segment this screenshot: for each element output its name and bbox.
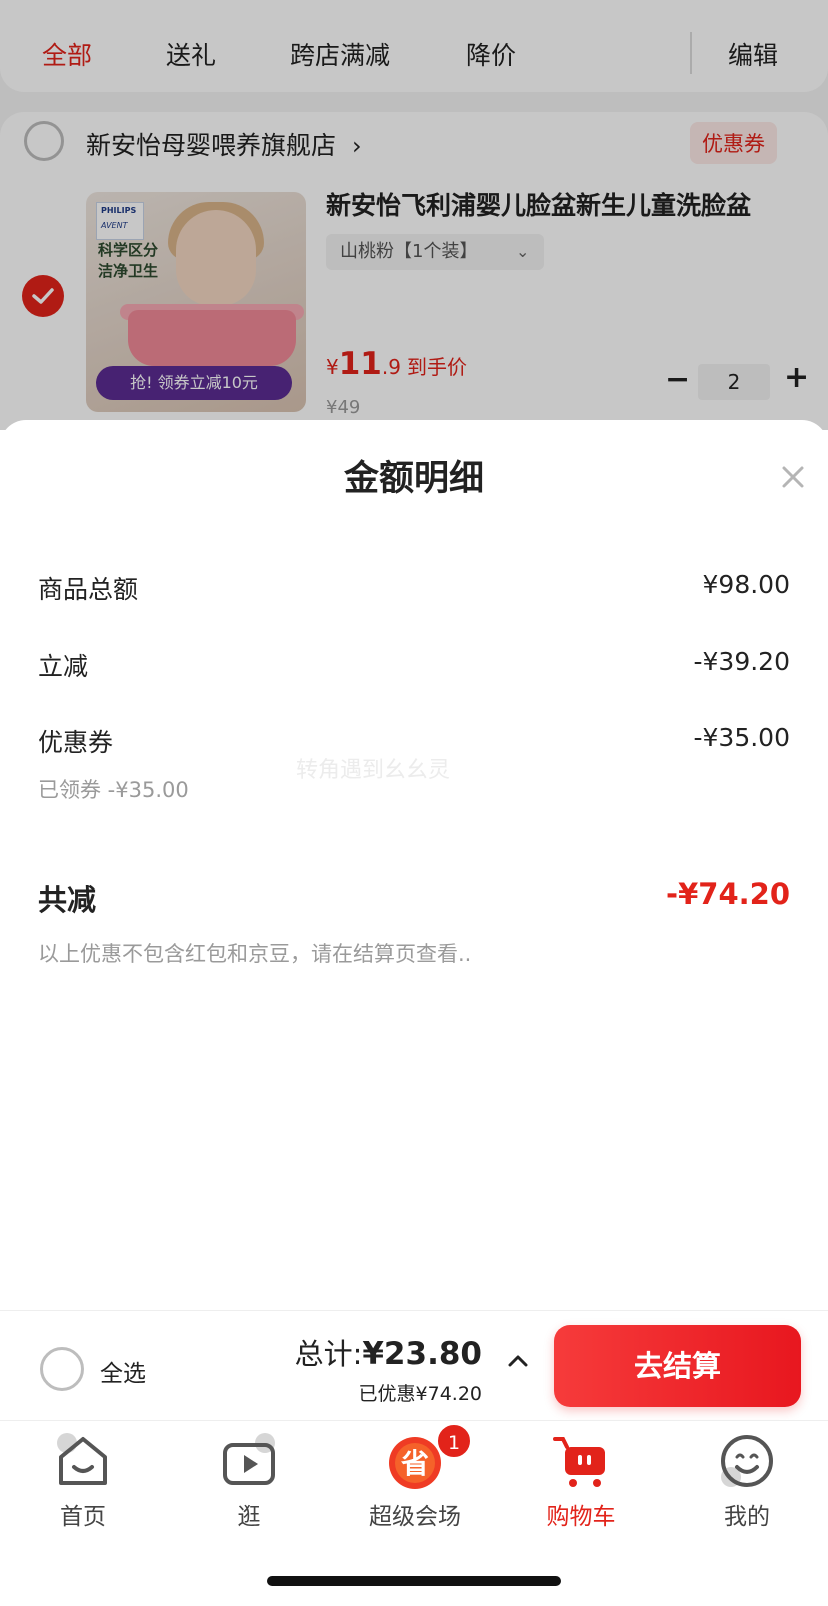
- close-button[interactable]: [778, 462, 808, 492]
- shop-select-checkbox[interactable]: [24, 121, 64, 161]
- tab-cross-store[interactable]: 跨店满减: [290, 36, 390, 72]
- row-instant-discount-label: 立减: [38, 652, 89, 681]
- row-goods-total-label: 商品总额: [38, 575, 139, 604]
- select-all-checkbox[interactable]: [40, 1347, 84, 1391]
- check-icon: [32, 288, 54, 304]
- nav-cart-label: 购物车: [546, 1504, 616, 1530]
- quantity-input[interactable]: 2: [698, 364, 770, 400]
- product-checkbox-checked[interactable]: [22, 275, 64, 317]
- row-instant-discount-value: -¥39.20: [693, 647, 791, 676]
- discount-disclaimer: 以上优惠不包含红包和京豆，请在结算页查看..: [38, 942, 472, 966]
- brand-logo: PHILIPS AVENT: [96, 202, 144, 240]
- total-discount-label: 共减: [38, 883, 97, 917]
- filter-tabs: 全部 送礼 跨店满减 降价 编辑: [0, 0, 828, 92]
- total-discount-value: -¥74.20: [666, 877, 790, 911]
- brand-logo-bottom: AVENT: [101, 221, 128, 230]
- price-decimal: .9: [381, 355, 401, 379]
- quantity-decrease-button[interactable]: −: [665, 362, 690, 397]
- profile-icon: [721, 1435, 773, 1487]
- checkout-button[interactable]: 去结算: [554, 1325, 801, 1407]
- quantity-increase-button[interactable]: +: [784, 360, 809, 395]
- total-label: 总计:: [294, 1337, 363, 1371]
- nav-browse-label: 逛: [237, 1504, 261, 1530]
- home-icon: [57, 1433, 107, 1485]
- nav-home[interactable]: 首页: [0, 1421, 166, 1541]
- total-amount: ¥23.80: [362, 1336, 482, 1372]
- product-image[interactable]: PHILIPS AVENT 科学区分 洁净卫生 抢! 领券立减10元: [86, 192, 306, 412]
- price-integer: 11: [338, 346, 382, 382]
- image-child-face: [176, 210, 256, 306]
- watermark: 转角遇到幺幺灵: [296, 758, 451, 783]
- row-coupon-value: -¥35.00: [693, 723, 791, 752]
- video-play-icon: [223, 1433, 275, 1485]
- image-promo-banner: 抢! 领券立减10元: [96, 366, 292, 400]
- row-goods-total-value: ¥98.00: [702, 570, 790, 599]
- nav-browse[interactable]: 逛: [166, 1421, 332, 1541]
- tab-gift[interactable]: 送礼: [166, 36, 216, 72]
- nav-profile-label: 我的: [724, 1504, 770, 1530]
- edit-button[interactable]: 编辑: [728, 36, 778, 72]
- tab-price-drop[interactable]: 降价: [466, 36, 516, 72]
- row-coupon-note: 已领券 -¥35.00: [38, 778, 189, 802]
- original-price: ¥49: [326, 397, 361, 418]
- brand-logo-top: PHILIPS: [101, 206, 137, 215]
- home-indicator: [267, 1576, 561, 1586]
- sku-label: 山桃粉【1个装】: [340, 241, 478, 262]
- tab-divider: [690, 32, 692, 74]
- sheet-title: 金额明细: [343, 459, 484, 499]
- chevron-up-icon: [508, 1355, 528, 1367]
- nav-super-venue-label: 超级会场: [369, 1504, 461, 1530]
- shop-name-link[interactable]: 新安怡母婴喂养旗舰店 ›: [86, 126, 362, 162]
- tab-all[interactable]: 全部: [42, 36, 92, 72]
- nav-super-venue[interactable]: 省 1 超级会场: [332, 1421, 498, 1541]
- bottom-nav: 首页 逛 省 1 超级会场 购物车 我的: [0, 1420, 828, 1540]
- sku-selector[interactable]: 山桃粉【1个装】 ⌄: [326, 234, 544, 270]
- cart-page-background: 全部 送礼 跨店满减 降价 编辑 新安怡母婴喂养旗舰店 › 优惠券 PHILIP…: [0, 0, 828, 430]
- close-icon: [782, 466, 804, 488]
- image-tagline: 科学区分 洁净卫生: [98, 240, 158, 282]
- detail-toggle-button[interactable]: [506, 1349, 530, 1373]
- nav-profile[interactable]: 我的: [664, 1421, 828, 1541]
- cart-icon: [553, 1437, 605, 1487]
- nav-cart[interactable]: 购物车: [498, 1421, 664, 1541]
- total-line: 总计:¥23.80: [295, 1331, 482, 1373]
- super-venue-icon-glyph: 省: [401, 1447, 429, 1480]
- price-hint: 到手价: [406, 355, 467, 379]
- select-all-label[interactable]: 全选: [100, 1354, 146, 1388]
- chevron-right-icon: ›: [351, 132, 362, 160]
- image-tagline-2: 洁净卫生: [98, 262, 159, 280]
- notification-badge: 1: [436, 1423, 472, 1459]
- nav-home-label: 首页: [60, 1504, 106, 1530]
- chevron-down-icon: ⌄: [516, 242, 530, 261]
- checkout-bar: 全选 总计:¥23.80 已优惠¥74.20 去结算: [0, 1310, 828, 1420]
- image-basin: [128, 310, 296, 366]
- image-tagline-1: 科学区分: [98, 241, 159, 259]
- amount-detail-sheet: 金额明细 商品总额 ¥98.00 立减 -¥39.20 优惠券 -¥35.00 …: [0, 420, 828, 1310]
- currency-symbol: ¥: [326, 355, 339, 379]
- shop-card: 新安怡母婴喂养旗舰店 › 优惠券 PHILIPS AVENT 科学区分 洁净卫生…: [0, 112, 828, 430]
- product-title[interactable]: 新安怡飞利浦婴儿脸盆新生儿童洗脸盆: [326, 186, 816, 222]
- final-price: ¥11.9 到手价: [326, 346, 467, 382]
- shop-coupon-button[interactable]: 优惠券: [690, 122, 777, 164]
- shop-name: 新安怡母婴喂养旗舰店: [86, 131, 337, 160]
- saved-amount: 已优惠¥74.20: [358, 1383, 482, 1405]
- row-coupon-label: 优惠券: [38, 728, 114, 757]
